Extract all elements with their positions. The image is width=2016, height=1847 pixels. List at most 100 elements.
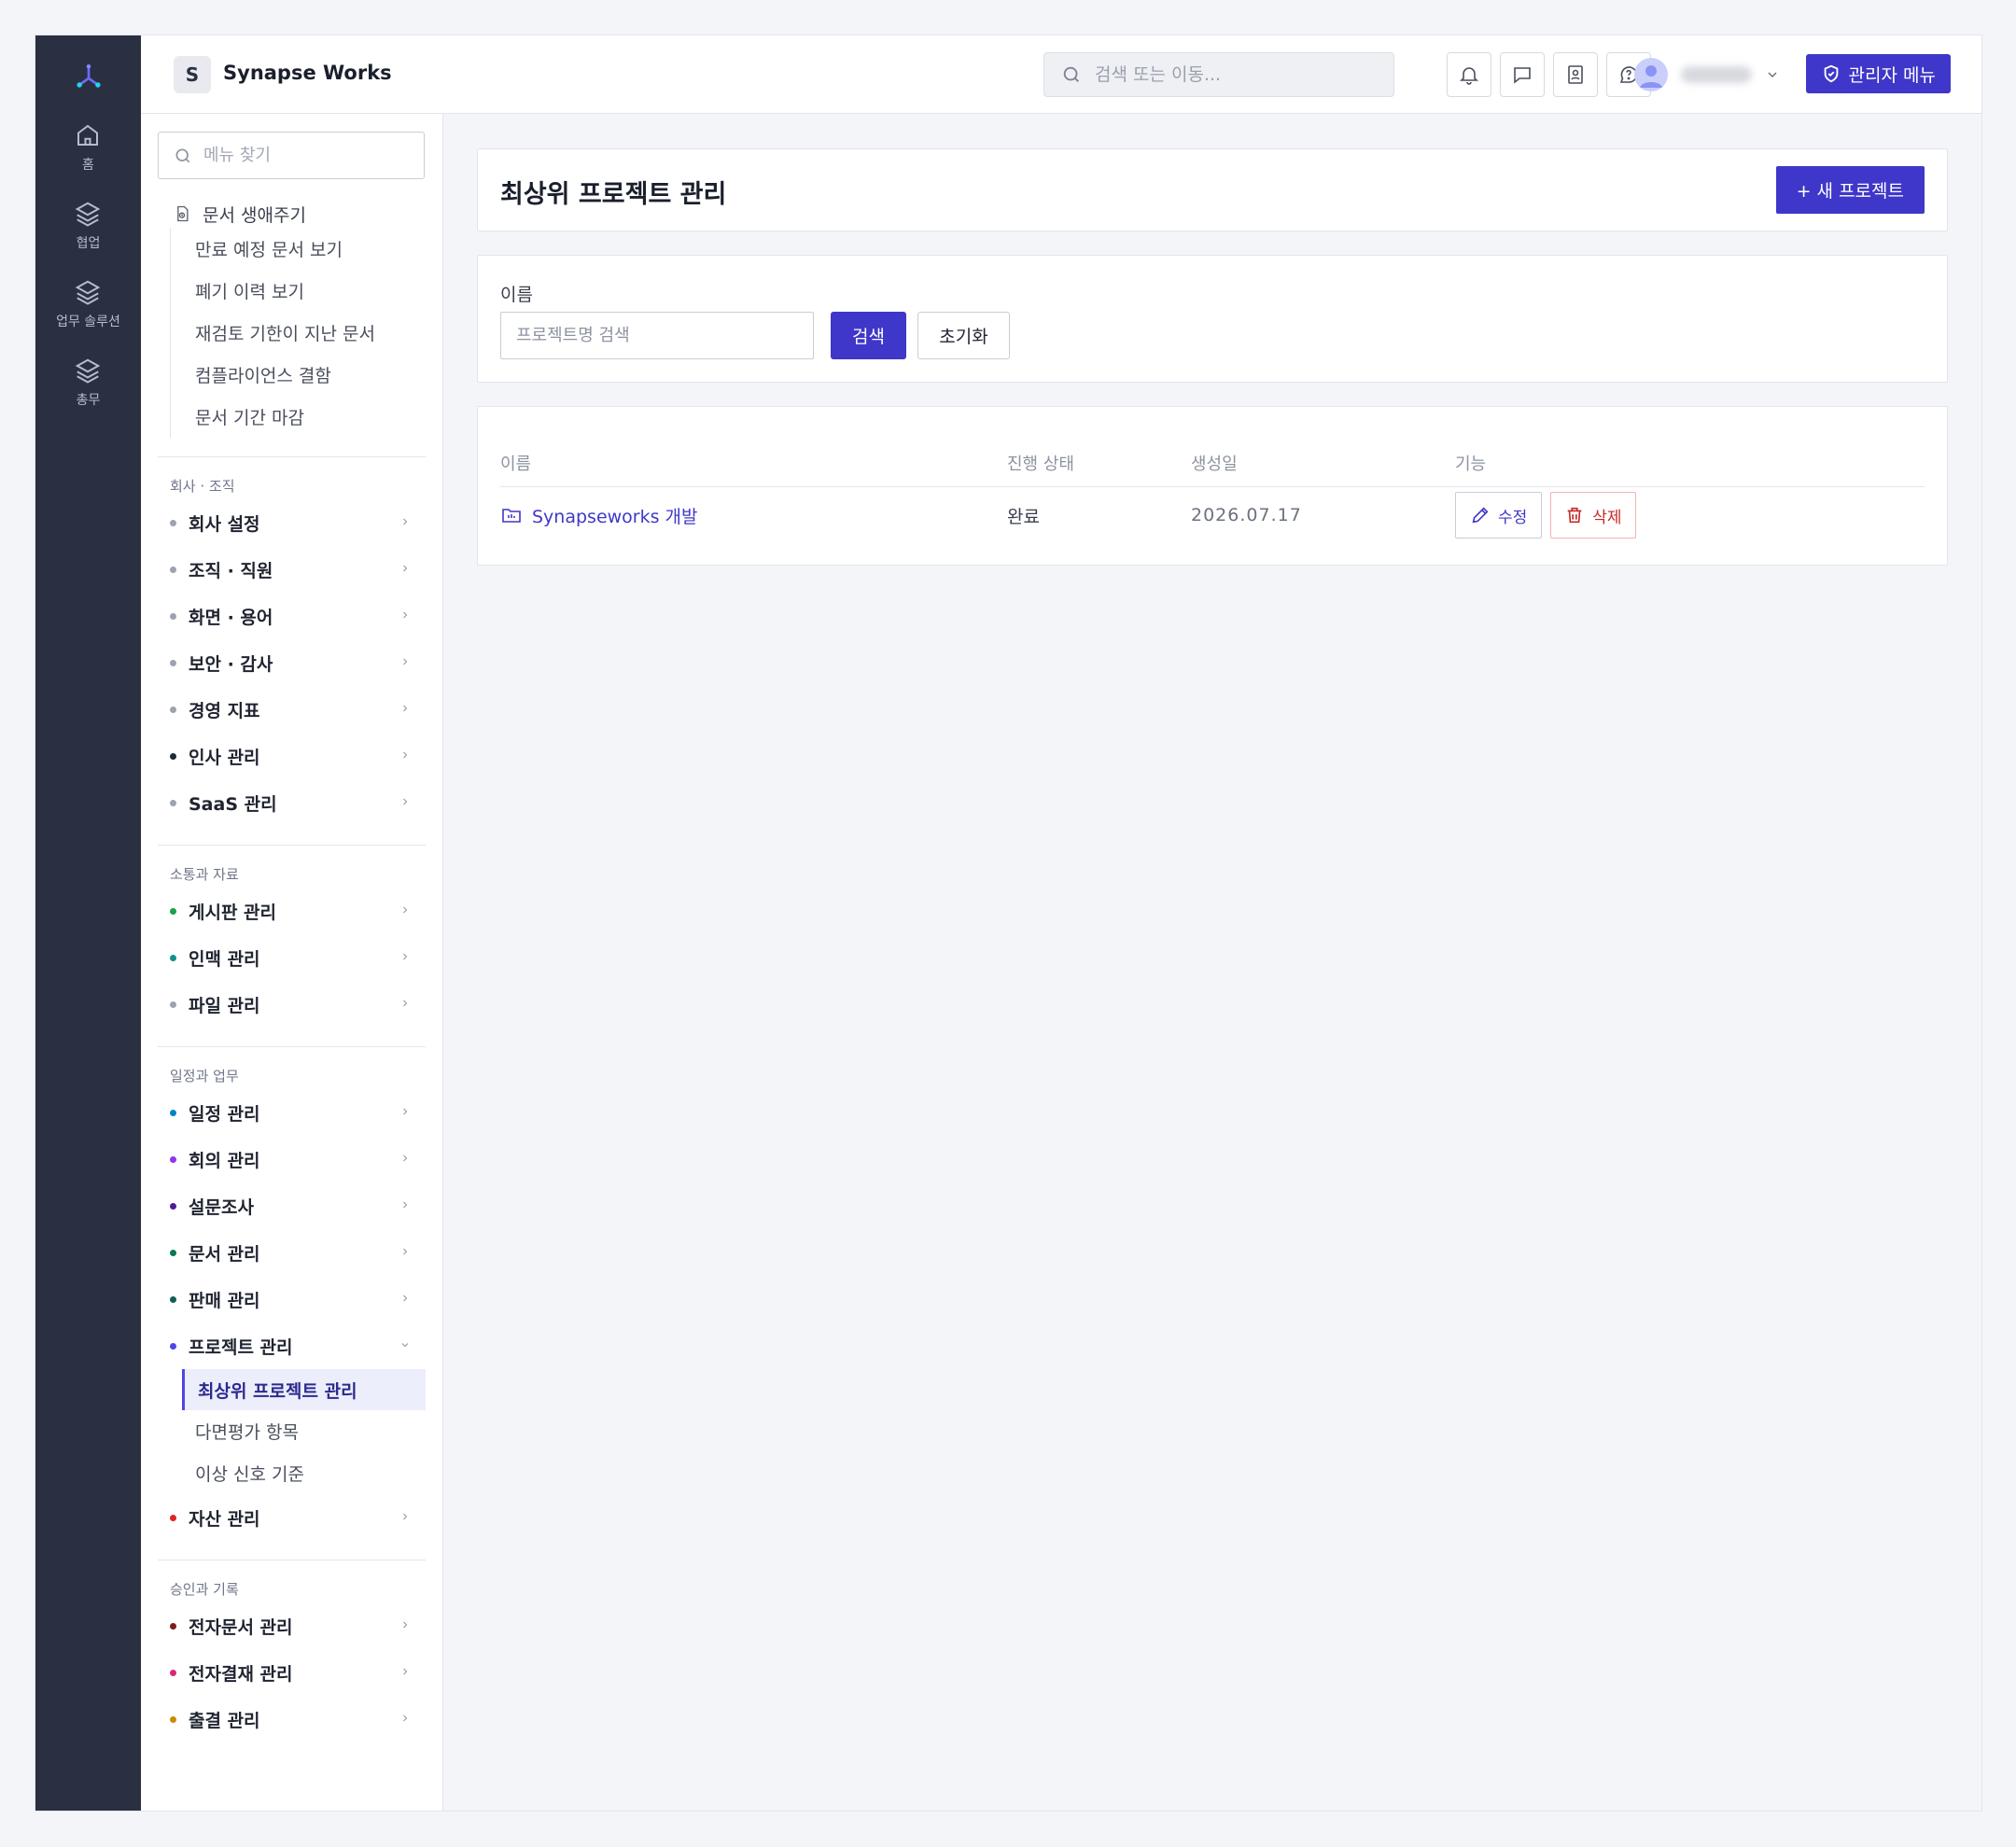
rail-label: 협업 [76,236,101,251]
rail-item-general-affairs[interactable]: 총무 [74,357,102,409]
sidebar-item[interactable]: 게시판 관리 [158,888,426,934]
messages-button[interactable] [1500,52,1545,97]
chevron-right-icon [403,1108,408,1115]
sidebar-item-label: 게시판 관리 [189,902,277,923]
lifecycle-sub-list: 만료 예정 문서 보기 폐기 이력 보기 재검토 기한이 지난 문서 컴플라이언… [170,228,426,438]
sidebar-item-label: 경영 지표 [189,700,260,721]
sidebar-item-document-lifecycle[interactable]: 문서 생애주기 [158,200,426,228]
sidebar-item[interactable]: 전자결재 관리 [158,1649,426,1696]
sidebar-item[interactable]: 인맥 관리 [158,934,426,981]
page-title: 최상위 프로젝트 관리 [500,180,727,209]
contacts-button[interactable] [1553,52,1598,97]
chevron-right-icon [403,705,408,712]
global-search-input[interactable] [1095,64,1356,85]
notifications-button[interactable] [1447,52,1491,97]
status-dot [170,706,176,713]
column-header-status: 진행 상태 [1007,455,1074,474]
sidebar-item[interactable]: 보안 · 감사 [158,639,426,686]
layers-icon [76,358,101,384]
sidebar-item[interactable]: 경영 지표 [158,686,426,733]
status-dot [170,1514,176,1521]
sidebar-subitem[interactable]: 이상 신호 기준 [182,1452,426,1494]
sidebar-item[interactable]: 출결 관리 [158,1696,426,1742]
sidebar-item-label: 출결 관리 [189,1710,260,1731]
column-header-actions: 기능 [1455,455,1487,474]
layers-icon [76,202,101,227]
sidebar-item-label: 회사 설정 [189,513,260,535]
org-name[interactable]: Synapse Works [223,62,392,84]
sidebar-subitem[interactable]: 만료 예정 문서 보기 [195,228,426,270]
status-dot [170,1295,176,1303]
username-redacted [1681,66,1752,83]
rail-label: 총무 [76,393,101,408]
sidebar-item[interactable]: 화면 · 용어 [158,593,426,639]
delete-button[interactable]: 삭제 [1550,492,1636,539]
menu-search[interactable] [158,132,425,179]
edit-button[interactable]: 수정 [1455,492,1543,539]
status-dot [170,1715,176,1723]
chevron-right-icon [403,953,408,960]
rail-item-collab[interactable]: 협업 [74,200,102,252]
global-search[interactable] [1043,52,1394,97]
sidebar-item[interactable]: 인사 관리 [158,733,426,779]
sidebar-subitem-active[interactable]: 최상위 프로젝트 관리 [182,1369,426,1410]
sidebar-item[interactable]: 설문조사 [158,1182,426,1229]
sidebar-item-label: 일정 관리 [189,1103,260,1125]
chevron-right-icon [403,1154,408,1162]
project-status: 완료 [1007,506,1040,527]
rail-item-home[interactable]: 홈 [74,121,102,174]
contact-book-icon [1568,65,1583,84]
rail-label: 홈 [82,158,94,173]
project-name: Synapseworks 개발 [532,506,698,527]
chevron-right-icon [403,906,408,914]
row-actions: 수정 삭제 [1455,489,1636,541]
project-name-input[interactable] [500,312,814,359]
app-window: 홈 협업 업무 솔루션 총무 S Synapse Works 검색 또는 이동.… [35,35,1982,1812]
column-header-created: 생성일 [1191,455,1238,474]
sidebar-item-label: 판매 관리 [189,1290,260,1311]
project-table-card: 이름 진행 상태 생성일 기능 Synapseworks 개발 완료 2026.… [477,406,1948,566]
sidebar-item-label: 인맥 관리 [189,948,260,970]
sidebar-item[interactable]: 자산 관리 [158,1494,426,1541]
user-menu[interactable] [1634,54,1780,95]
search-button[interactable]: 검색 [831,312,906,359]
sidebar-subitem[interactable]: 재검토 기한이 지난 문서 [195,312,426,354]
sidebar-divider [158,845,426,846]
sidebar-item[interactable]: 문서 관리 [158,1229,426,1276]
new-project-button[interactable]: + 새 프로젝트 [1775,166,1925,214]
sidebar-item[interactable]: SaaS 관리 [158,779,426,826]
chevron-right-icon [403,518,408,525]
sidebar-item[interactable]: 일정 관리 [158,1089,426,1136]
chevron-right-icon [403,1248,408,1255]
chevron-right-icon [403,1294,408,1302]
rail-item-solutions[interactable]: 업무 솔루션 [56,278,120,330]
project-name-link[interactable]: Synapseworks 개발 [500,489,698,541]
sidebar-item[interactable]: 파일 관리 [158,981,426,1028]
sidebar-item[interactable]: 전자문서 관리 [158,1602,426,1649]
org-avatar[interactable]: S [174,56,211,93]
status-dot [170,1109,176,1116]
sidebar-subitem[interactable]: 다면평가 항목 [182,1410,426,1452]
sidebar-item[interactable]: 회의 관리 [158,1136,426,1182]
sidebar-item[interactable]: 판매 관리 [158,1276,426,1322]
status-dot [170,1000,176,1008]
chevron-right-icon [403,1513,408,1520]
sidebar-item[interactable]: 조직 · 직원 [158,546,426,593]
column-header-name: 이름 [500,455,532,474]
menu-search-input[interactable] [203,146,409,165]
filter-card: 이름 검색 초기화 [477,255,1948,383]
trash-icon [1567,507,1582,524]
status-dot [170,519,176,526]
status-dot [170,612,176,620]
sidebar-subitem[interactable]: 컴플라이언스 결함 [195,354,426,396]
admin-menu-button[interactable]: 관리자 메뉴 [1805,54,1951,93]
sidebar-subitem[interactable]: 문서 기간 마감 [195,396,426,438]
sidebar-item[interactable]: 회사 설정 [158,499,426,546]
status-dot [170,659,176,666]
icon-rail: 홈 협업 업무 솔루션 총무 [35,35,141,1811]
reset-button[interactable]: 초기화 [917,312,1010,359]
sidebar-subitem[interactable]: 폐기 이력 보기 [195,270,426,312]
sidebar-item[interactable]: 프로젝트 관리 [158,1322,426,1369]
chevron-right-icon [403,751,408,759]
app-logo-icon[interactable] [70,58,107,95]
